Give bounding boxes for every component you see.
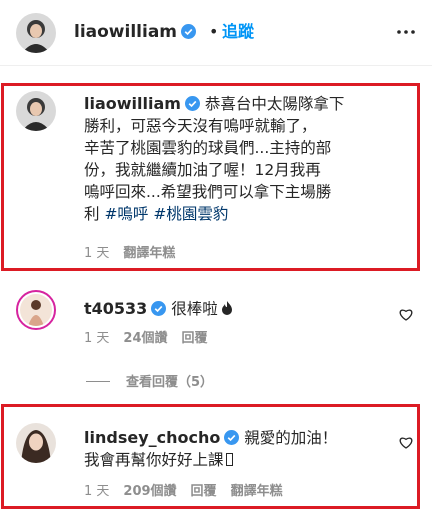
flame-emoji-icon bbox=[221, 301, 232, 315]
caption-line-4: 份，我就繼續加油了喔！12月我再 bbox=[84, 161, 321, 179]
author-avatar[interactable] bbox=[16, 13, 56, 53]
caption-comment: liaowilliam 恭喜台中太陽隊拿下 勝利，可惡今天沒有嗚呼就輸了， 辛苦… bbox=[84, 93, 414, 225]
like-count[interactable]: 24個讚 bbox=[123, 331, 167, 346]
view-replies-divider bbox=[86, 381, 110, 382]
comment-time[interactable]: 1 天 bbox=[84, 331, 109, 346]
hashtag-link[interactable]: #桃園雲豹 bbox=[153, 205, 228, 223]
comment-meta: 1 天 24個讚 回覆 bbox=[84, 331, 222, 347]
comment-time[interactable]: 1 天 bbox=[84, 246, 109, 261]
comment-time[interactable]: 1 天 bbox=[84, 484, 109, 499]
caption-meta: 1 天翻譯年糕 bbox=[84, 246, 189, 262]
translate-button[interactable]: 翻譯年糕 bbox=[123, 246, 175, 261]
caption-line-1: 恭喜台中太陽隊拿下 bbox=[204, 95, 345, 113]
heart-icon[interactable] bbox=[398, 434, 414, 450]
caption-line-2: 勝利，可惡今天沒有嗚呼就輸了， bbox=[84, 117, 317, 135]
header-separator: • bbox=[209, 22, 219, 41]
comment-line-1: 親愛的加油！ bbox=[244, 429, 338, 447]
comment-meta: 1 天 209個讚 回覆 翻譯年糕 bbox=[84, 484, 297, 500]
translate-button[interactable]: 翻譯年糕 bbox=[231, 484, 283, 499]
verified-badge-icon bbox=[151, 301, 167, 316]
like-count[interactable]: 209個讚 bbox=[123, 484, 176, 499]
verified-badge-icon bbox=[224, 430, 240, 445]
follow-button[interactable]: 追蹤 bbox=[222, 21, 254, 43]
author-username-text[interactable]: liaowilliam bbox=[74, 22, 177, 42]
comment-lindsey: lindsey_chocho 親愛的加油！ 我會再幫你好好上課 bbox=[84, 427, 337, 471]
more-options-icon[interactable] bbox=[394, 20, 418, 44]
reply-button[interactable]: 回覆 bbox=[182, 331, 208, 346]
heart-icon[interactable] bbox=[398, 306, 414, 322]
comment-text: 很棒啦 bbox=[171, 300, 218, 318]
reply-button[interactable]: 回覆 bbox=[191, 484, 217, 499]
post-header: liaowilliam • 追蹤 bbox=[0, 0, 432, 66]
comment-line-2: 我會再幫你好好上課 bbox=[84, 451, 224, 469]
author-username[interactable]: liaowilliam bbox=[74, 21, 197, 43]
commenter-avatar[interactable] bbox=[16, 423, 56, 463]
comment-t40533: t40533 很棒啦 bbox=[84, 298, 234, 320]
verified-badge-icon bbox=[181, 24, 197, 39]
hashtag-link[interactable]: #嗚呼 bbox=[104, 205, 148, 223]
missing-glyph-box bbox=[225, 453, 233, 466]
view-replies-label[interactable]: 查看回覆（5） bbox=[126, 375, 213, 390]
commenter-username[interactable]: lindsey_chocho bbox=[84, 428, 220, 447]
caption-line-6: 利 bbox=[84, 205, 105, 223]
caption-line-3: 辛苦了桃園雲豹的球員們...主持的部 bbox=[84, 139, 332, 157]
view-replies-button[interactable]: 查看回覆（5） bbox=[86, 374, 213, 392]
caption-avatar[interactable] bbox=[16, 91, 56, 131]
commenter-avatar[interactable] bbox=[16, 290, 56, 330]
commenter-username[interactable]: t40533 bbox=[84, 299, 147, 318]
caption-line-5: 嗚呼回來...希望我們可以拿下主場勝 bbox=[84, 183, 332, 201]
verified-badge-icon bbox=[184, 96, 200, 111]
caption-username[interactable]: liaowilliam bbox=[84, 94, 181, 113]
